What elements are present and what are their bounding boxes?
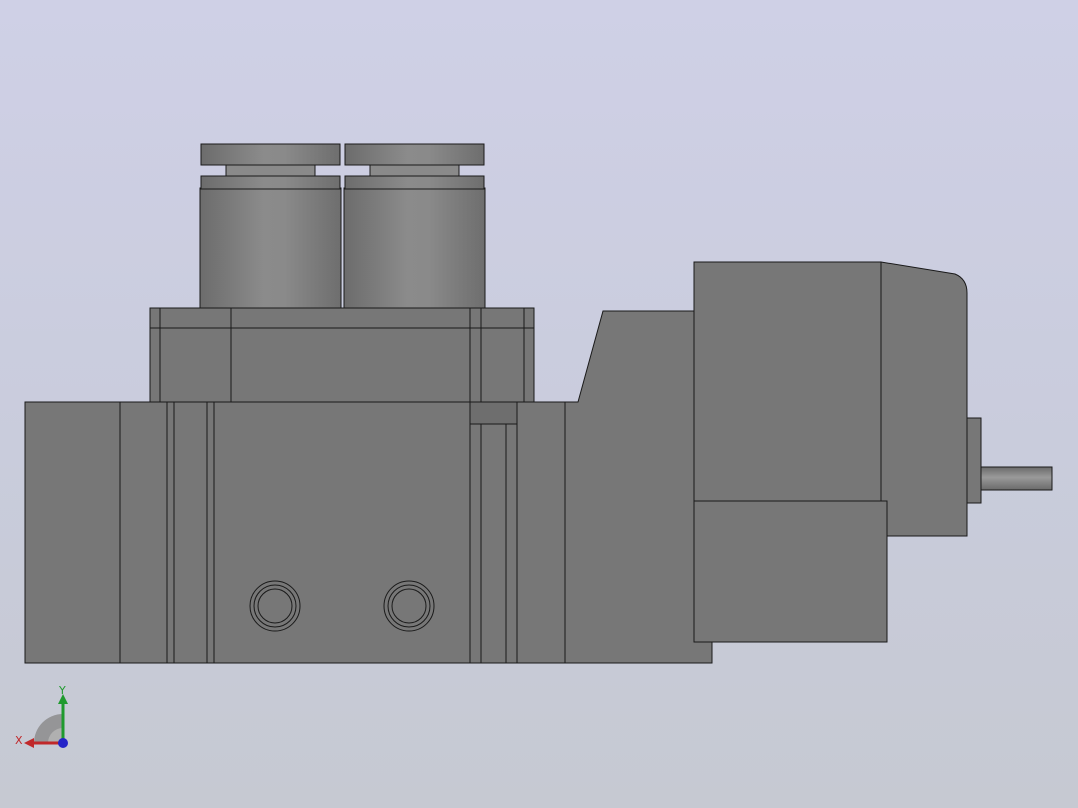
solenoid-end-cap <box>880 261 968 537</box>
push-in-fitting-right <box>343 143 486 309</box>
manual-override-rod <box>980 466 1053 491</box>
triad-z-axis <box>58 738 68 748</box>
triad-x-label: X <box>15 734 23 747</box>
valve-main-body <box>24 401 566 664</box>
solenoid-base-block <box>693 500 888 643</box>
solenoid-coil-block <box>693 261 882 502</box>
manual-override-collar <box>966 417 982 504</box>
3d-viewport[interactable]: X Y <box>0 0 1078 808</box>
solenoid-connector-housing <box>564 310 713 664</box>
body-clip-block <box>469 401 518 425</box>
valve-model[interactable] <box>0 0 1078 808</box>
upper-subplate <box>149 307 535 403</box>
triad-y-label: Y <box>58 684 66 697</box>
push-in-fitting-left <box>199 143 342 309</box>
orientation-triad: X Y <box>15 684 68 748</box>
